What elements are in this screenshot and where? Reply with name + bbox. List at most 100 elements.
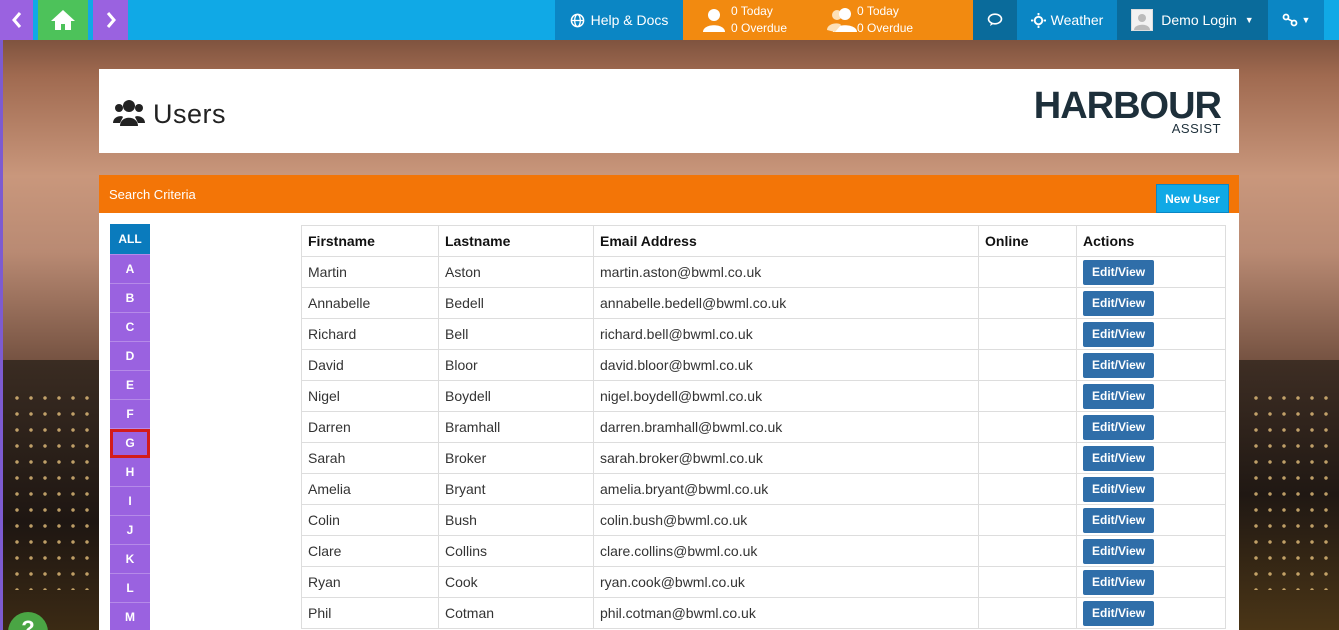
firstname-cell: Darren <box>301 411 439 443</box>
online-cell <box>978 442 1077 474</box>
my-tasks[interactable]: 0 Today 0 Overdue <box>701 3 787 37</box>
forward-button[interactable] <box>93 0 128 40</box>
table-row: Sarah Broker sarah.broker@bwml.co.uk Edit/V… <box>301 442 1226 474</box>
search-criteria-header: Search Criteria New User <box>99 175 1239 213</box>
new-user-button[interactable]: New User <box>1156 184 1229 213</box>
back-button[interactable] <box>0 0 33 40</box>
online-cell <box>978 411 1077 443</box>
edit-view-button[interactable]: Edit/View <box>1083 445 1155 471</box>
top-navbar: Help & Docs 0 Today 0 Overdue 0 Today 0 … <box>0 0 1339 40</box>
alpha-filter-b[interactable]: B <box>110 284 150 313</box>
alpha-filter-all[interactable]: ALL <box>110 224 150 255</box>
help-docs-button[interactable]: Help & Docs <box>555 0 683 40</box>
alphabet-filter: ALL ABCDEFGHIJKLM <box>110 224 150 630</box>
alpha-filter-f[interactable]: F <box>110 400 150 429</box>
actions-cell: Edit/View <box>1076 380 1226 412</box>
alpha-filter-e[interactable]: E <box>110 371 150 400</box>
home-icon <box>51 10 75 30</box>
email-cell: ryan.cook@bwml.co.uk <box>593 566 979 598</box>
table-row: Darren Bramhall darren.bramhall@bwml.co.uk… <box>301 411 1226 443</box>
online-cell <box>978 473 1077 505</box>
table-row: David Bloor david.bloor@bwml.co.uk Edit/Vie… <box>301 349 1226 381</box>
chat-button[interactable] <box>973 0 1017 40</box>
firstname-cell: Annabelle <box>301 287 439 319</box>
alpha-filter-c[interactable]: C <box>110 313 150 342</box>
home-button[interactable] <box>38 0 88 40</box>
table-row: Martin Aston martin.aston@bwml.co.uk Edit/V… <box>301 256 1226 288</box>
firstname-cell: Richard <box>301 318 439 350</box>
links-menu[interactable]: ▼ <box>1268 0 1324 40</box>
lastname-cell: Broker <box>438 442 594 474</box>
alpha-filter-j[interactable]: J <box>110 516 150 545</box>
lastname-cell: Bush <box>438 504 594 536</box>
table-row: Clare Collins clare.collins@bwml.co.uk Edit… <box>301 535 1226 567</box>
harbour-assist-logo: HARBOUR ASSIST <box>1034 87 1222 135</box>
avatar-silhouette-icon <box>1134 14 1151 30</box>
email-cell: darren.bramhall@bwml.co.uk <box>593 411 979 443</box>
edit-view-button[interactable]: Edit/View <box>1083 600 1155 626</box>
edit-view-button[interactable]: Edit/View <box>1083 414 1155 440</box>
firstname-cell: Martin <box>301 256 439 288</box>
edit-view-button[interactable]: Edit/View <box>1083 476 1155 502</box>
edit-view-button[interactable]: Edit/View <box>1083 507 1155 533</box>
table-row: Amelia Bryant amelia.bryant@bwml.co.uk Edit… <box>301 473 1226 505</box>
actions-cell: Edit/View <box>1076 535 1226 567</box>
caret-down-icon: ▼ <box>1244 15 1254 25</box>
firstname-cell: Phil <box>301 597 439 629</box>
my-tasks-today: 0 Today <box>731 4 773 18</box>
actions-cell: Edit/View <box>1076 473 1226 505</box>
user-menu[interactable]: Demo Login ▼ <box>1117 0 1268 40</box>
alpha-filter-i[interactable]: I <box>110 487 150 516</box>
chat-icon <box>987 13 1003 26</box>
alpha-filter-g[interactable]: G <box>110 429 150 458</box>
edit-view-button[interactable]: Edit/View <box>1083 321 1155 347</box>
users-icon <box>827 8 858 32</box>
search-criteria-title: Search Criteria <box>109 187 196 202</box>
edit-view-button[interactable]: Edit/View <box>1083 383 1155 409</box>
lastname-cell: Cook <box>438 566 594 598</box>
chevron-left-icon <box>11 12 21 28</box>
online-cell <box>978 256 1077 288</box>
edit-view-button[interactable]: Edit/View <box>1083 538 1155 564</box>
lastname-cell: Bedell <box>438 287 594 319</box>
lastname-cell: Bell <box>438 318 594 350</box>
team-tasks-today: 0 Today <box>857 4 899 18</box>
firstname-cell: Ryan <box>301 566 439 598</box>
weather-button[interactable]: Weather <box>1017 0 1117 40</box>
table-row: Nigel Boydell nigel.boydell@bwml.co.uk Edit… <box>301 380 1226 412</box>
lastname-cell: Bryant <box>438 473 594 505</box>
actions-cell: Edit/View <box>1076 504 1226 536</box>
team-tasks[interactable]: 0 Today 0 Overdue <box>827 3 913 37</box>
alpha-filter-a[interactable]: A <box>110 255 150 284</box>
online-cell <box>978 380 1077 412</box>
online-cell <box>978 349 1077 381</box>
alpha-filter-h[interactable]: H <box>110 458 150 487</box>
alpha-filter-d[interactable]: D <box>110 342 150 371</box>
lastname-cell: Bloor <box>438 349 594 381</box>
alpha-filter-k[interactable]: K <box>110 545 150 574</box>
background-city-left <box>0 360 100 630</box>
col-lastname[interactable]: Lastname <box>438 225 594 257</box>
alpha-filter-m[interactable]: M <box>110 603 150 630</box>
tasks-summary[interactable]: 0 Today 0 Overdue 0 Today 0 Overdue <box>683 0 973 40</box>
email-cell: annabelle.bedell@bwml.co.uk <box>593 287 979 319</box>
online-cell <box>978 287 1077 319</box>
edit-view-button[interactable]: Edit/View <box>1083 352 1155 378</box>
email-cell: clare.collins@bwml.co.uk <box>593 535 979 567</box>
lastname-cell: Aston <box>438 256 594 288</box>
alpha-filter-l[interactable]: L <box>110 574 150 603</box>
lastname-cell: Bramhall <box>438 411 594 443</box>
edit-view-button[interactable]: Edit/View <box>1083 259 1155 285</box>
edit-view-button[interactable]: Edit/View <box>1083 290 1155 316</box>
email-cell: sarah.broker@bwml.co.uk <box>593 442 979 474</box>
actions-cell: Edit/View <box>1076 256 1226 288</box>
background-city-right <box>1239 360 1339 630</box>
online-cell <box>978 566 1077 598</box>
firstname-cell: Amelia <box>301 473 439 505</box>
col-email[interactable]: Email Address <box>593 225 979 257</box>
chevron-right-icon <box>106 12 116 28</box>
email-cell: phil.cotman@bwml.co.uk <box>593 597 979 629</box>
col-firstname[interactable]: Firstname <box>301 225 439 257</box>
edit-view-button[interactable]: Edit/View <box>1083 569 1155 595</box>
actions-cell: Edit/View <box>1076 566 1226 598</box>
